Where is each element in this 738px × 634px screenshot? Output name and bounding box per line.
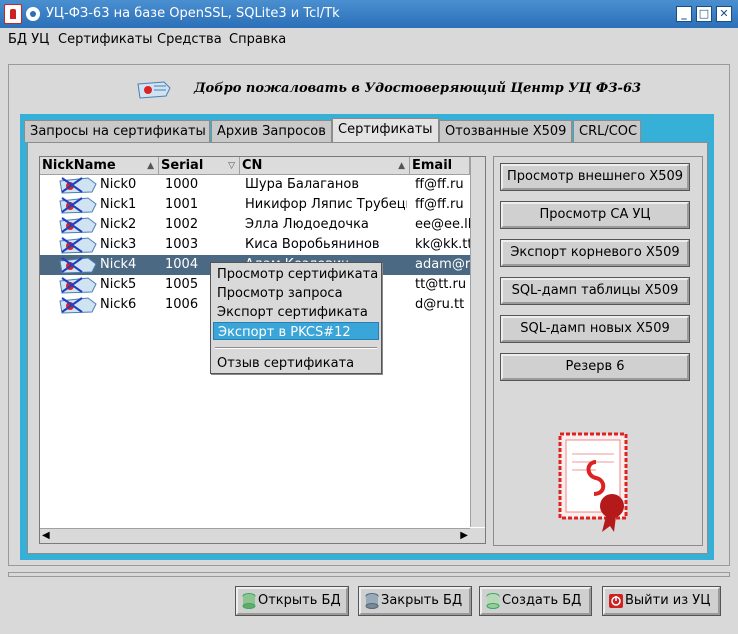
export-root-x509-button[interactable]: Экспорт корневого X509	[500, 239, 690, 267]
certificate-icon	[137, 81, 171, 99]
title-bar: УЦ-ФЗ-63 на базе OpenSSL, SQLite3 и Tcl/…	[0, 0, 738, 28]
reserve-6-button[interactable]: Резерв 6	[500, 353, 690, 381]
sql-dump-table-button[interactable]: SQL-дамп таблицы X509	[500, 277, 690, 305]
exit-button[interactable]: Выйти из УЦ	[602, 586, 721, 616]
view-external-x509-button[interactable]: Просмотр внешнего X509	[500, 163, 690, 191]
vertical-scrollbar[interactable]	[470, 157, 485, 527]
sql-dump-new-button[interactable]: SQL-дамп новых X509	[500, 315, 690, 343]
cell-nickname: Nick3	[100, 237, 137, 252]
sort-icon: ▲	[398, 161, 405, 171]
cell-cn: Киса Воробьянинов	[245, 237, 380, 252]
scroll-right-icon[interactable]: ▶	[460, 530, 468, 541]
cell-nickname: Nick2	[100, 217, 137, 232]
window-title: УЦ-ФЗ-63 на базе OpenSSL, SQLite3 и Tcl/…	[46, 6, 340, 21]
column-header-serial[interactable]: Serial ▽	[159, 157, 240, 175]
tab-request-archive[interactable]: Архив Запросов	[211, 120, 332, 142]
tab-crl[interactable]: CRL/COC	[573, 120, 641, 142]
certificate-icon	[59, 197, 97, 214]
open-db-button[interactable]: Открыть БД	[235, 586, 349, 616]
certificate-icon	[59, 257, 97, 274]
column-header-email[interactable]: Email	[410, 157, 470, 175]
menu-item-revoke[interactable]: Отзыв сертификата	[213, 354, 379, 372]
close-db-button[interactable]: Закрыть БД	[358, 586, 472, 616]
menu-item-view-request[interactable]: Просмотр запроса	[213, 284, 379, 302]
cell-nickname: Nick6	[100, 297, 137, 312]
context-menu: Просмотр сертификата Просмотр запроса Эк…	[210, 262, 382, 374]
menu-help[interactable]: Справка	[229, 32, 286, 47]
menu-certificates[interactable]: Сертификаты	[58, 32, 153, 47]
cell-nickname: Nick1	[100, 197, 137, 212]
database-icon	[365, 593, 379, 609]
cell-email: adam@ru	[415, 257, 470, 272]
sort-icon: ▲	[147, 161, 154, 171]
bottom-separator	[8, 572, 730, 577]
cell-email: ff@ff.ru	[415, 177, 464, 192]
cell-serial: 1002	[165, 217, 199, 232]
certificate-icon	[59, 297, 97, 314]
cell-cn: Элла Людоедочка	[245, 217, 369, 232]
table-row[interactable]: Nick3 1003 Киса Воробьянинов kk@kk.tt	[40, 235, 470, 255]
certificate-icon	[59, 237, 97, 254]
app-icon[interactable]	[4, 4, 22, 24]
minimize-button[interactable]: _	[676, 6, 692, 22]
menu-item-view-certificate[interactable]: Просмотр сертификата	[213, 265, 379, 283]
certificate-icon	[59, 177, 97, 194]
seal-icon	[558, 432, 628, 532]
scroll-left-icon[interactable]: ◀	[42, 530, 50, 541]
table-row[interactable]: Nick0 1000 Шура Балаганов ff@ff.ru	[40, 175, 470, 195]
menu-item-export-pkcs12[interactable]: Экспорт в PKCS#12	[213, 322, 379, 340]
column-header-nickname[interactable]: NickName ▲	[40, 157, 159, 175]
certificate-icon	[59, 277, 97, 294]
cell-cn: Никифор Ляпис Трубецкой	[245, 197, 407, 212]
cell-cn: Шура Балаганов	[245, 177, 360, 192]
column-header-cn[interactable]: CN ▲	[240, 157, 410, 175]
table-row[interactable]: Nick2 1002 Элла Людоедочка ee@ee.ll	[40, 215, 470, 235]
cell-email: kk@kk.tt	[415, 237, 470, 252]
create-db-button[interactable]: Создать БД	[479, 586, 592, 616]
tab-certificates[interactable]: Сертификаты	[332, 118, 439, 144]
cell-email: d@ru.tt	[415, 297, 465, 312]
cell-email: tt@tt.ru	[415, 277, 467, 292]
menu-bar: БД УЦ Сертификаты Средства Справка	[0, 28, 738, 50]
cell-nickname: Nick0	[100, 177, 137, 192]
sort-desc-icon: ▽	[228, 161, 235, 171]
menu-separator	[215, 347, 377, 349]
welcome-text: Добро пожаловать в Удостоверяющий Центр …	[194, 81, 642, 96]
maximize-button[interactable]: □	[696, 6, 712, 22]
cell-nickname: Nick5	[100, 277, 137, 292]
table-row[interactable]: Nick1 1001 Никифор Ляпис Трубецкой ff@ff.ru	[40, 195, 470, 215]
database-icon	[242, 593, 256, 609]
cell-serial: 1000	[165, 177, 199, 192]
tab-revoked[interactable]: Отозванные X509	[439, 120, 572, 142]
exit-icon	[609, 594, 623, 608]
cell-nickname: Nick4	[100, 257, 137, 272]
horizontal-scrollbar[interactable]: ◀ ▶	[40, 528, 470, 543]
menu-db[interactable]: БД УЦ	[8, 32, 49, 47]
cell-email: ee@ee.ll	[415, 217, 470, 232]
menu-item-export-certificate[interactable]: Экспорт сертификата	[213, 303, 379, 321]
cell-serial: 1001	[165, 197, 199, 212]
cell-email: ff@ff.ru	[415, 197, 464, 212]
scroll-corner	[470, 528, 485, 543]
certificate-icon	[59, 217, 97, 234]
cell-serial: 1003	[165, 237, 199, 252]
menu-tools[interactable]: Средства	[157, 32, 222, 47]
window-menu-icon[interactable]	[26, 7, 40, 21]
tab-requests[interactable]: Запросы на сертификаты	[24, 120, 210, 142]
close-button[interactable]: ✕	[716, 6, 732, 22]
view-ca-button[interactable]: Просмотр CA УЦ	[500, 201, 690, 229]
database-icon	[486, 593, 500, 609]
